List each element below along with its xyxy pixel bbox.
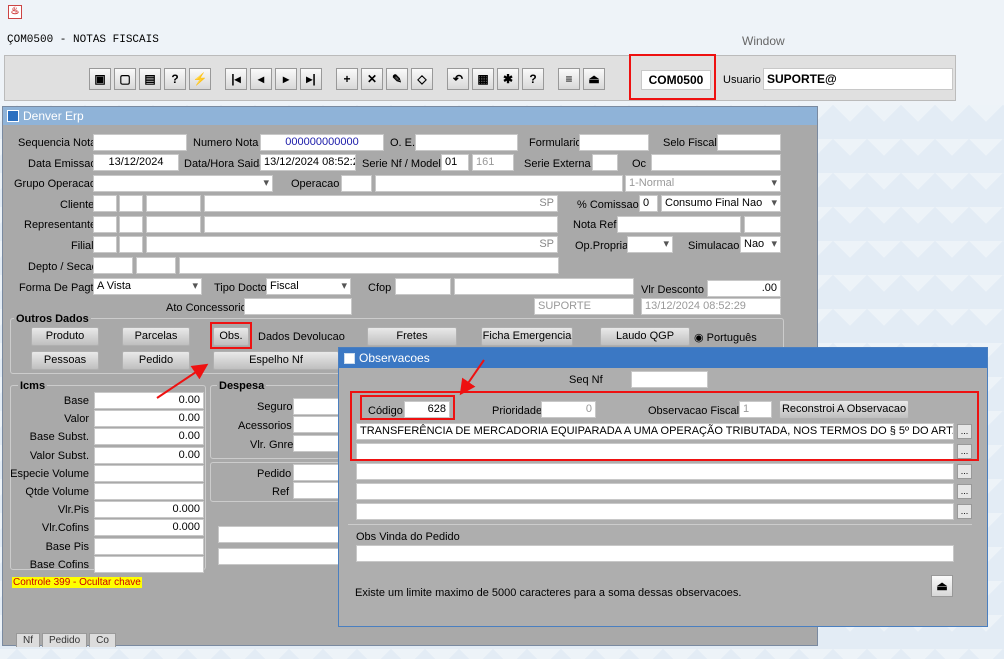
arrow-to-codigo — [459, 359, 485, 396]
arrow-to-obs — [156, 363, 209, 399]
annotation-arrows — [156, 359, 485, 399]
